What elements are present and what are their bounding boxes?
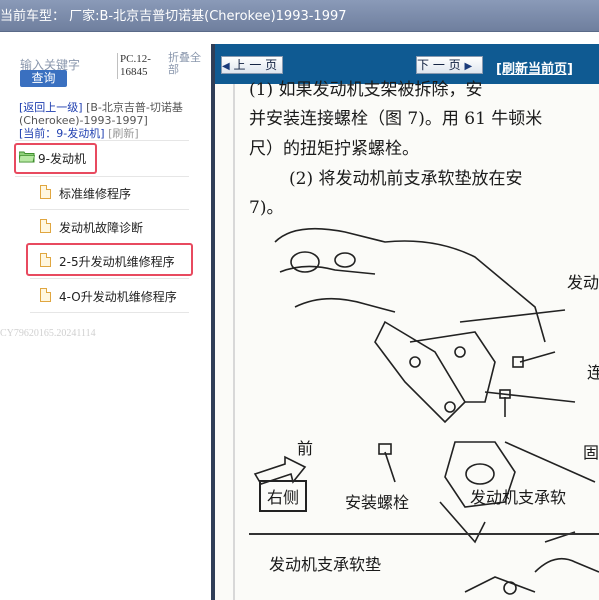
tree-item-label: 发动机故障诊断 <box>59 221 144 235</box>
prev-page-button[interactable]: ◀ 上 一 页 <box>221 56 283 74</box>
tree-divider <box>30 209 189 210</box>
tree-item-engine-diagnosis[interactable]: 发动机故障诊断 <box>40 215 190 239</box>
highlight-box <box>26 243 193 276</box>
doc-line-3: 尺）的扭矩拧紧螺栓。 <box>249 139 419 159</box>
engine-mount-diagram <box>253 227 599 595</box>
next-page-label: 下 一 页 <box>417 58 461 72</box>
tree-item-label: 4-O升发动机维修程序 <box>59 290 177 304</box>
back-link[interactable]: [返回上一级] <box>19 101 83 114</box>
highlight-box <box>14 143 97 174</box>
section-rule <box>249 533 599 535</box>
document-icon <box>40 219 51 233</box>
prev-page-label: 上 一 页 <box>233 58 278 72</box>
tree-item-label: 标准维修程序 <box>59 187 132 201</box>
doc-line-1: (1) 如果发动机支架被拆除，安 <box>249 80 483 100</box>
next-page-button[interactable]: 下 一 页 ▶ <box>416 56 483 74</box>
window-title-bar: 当前车型： 厂家:B-北京吉普切诺基(Cherokee)1993-1997 <box>0 0 599 32</box>
search-button[interactable]: 查询 <box>20 70 67 87</box>
document-icon <box>40 288 51 302</box>
tree-divider <box>30 312 189 313</box>
title-gap <box>0 32 599 44</box>
doc-line-4: (2) 将发动机前支承软垫放在安 <box>289 169 523 189</box>
tree-item-40l-engine[interactable]: 4-O升发动机维修程序 <box>40 284 190 308</box>
breadcrumb-current: [当前：9-发动机] <box>19 127 105 140</box>
label-connect: 连 <box>587 363 599 382</box>
refresh-link[interactable]: [刷新] <box>108 127 139 140</box>
label-front: 前 <box>297 439 314 458</box>
tree-divider <box>15 140 189 141</box>
label-right-side: 右侧 <box>267 488 300 507</box>
pc-code: PC.12-16845 <box>117 53 161 79</box>
tree-divider <box>15 176 189 177</box>
search-row: 输入关键字 查询 PC.12-16845 折叠全部 <box>0 44 211 92</box>
sidebar: 输入关键字 查询 PC.12-16845 折叠全部 [返回上一级] [B-北京吉… <box>0 44 211 600</box>
doc-line-2: 并安装连接螺栓（图 7)。用 61 牛顿米 <box>249 109 543 129</box>
watermark-code: CY79620165.20241114 <box>0 328 96 339</box>
label-pad: 发动机支承软垫 <box>269 555 382 574</box>
tree-divider <box>30 278 189 279</box>
tree-item-standard-repair[interactable]: 标准维修程序 <box>40 181 190 205</box>
collapse-all-button[interactable]: 折叠全部 <box>168 52 210 76</box>
refresh-page-link[interactable]: [刷新当前页] <box>496 58 573 77</box>
right-side-box: 右侧 <box>259 480 308 512</box>
arrow-right-icon: ▶ <box>464 61 473 72</box>
breadcrumb: [返回上一级] [B-北京吉普-切诺基(Cherokee)-1993-1997]… <box>19 101 209 140</box>
scanned-page: (1) 如果发动机支架被拆除，安 并安装连接螺栓（图 7)。用 61 牛顿米 尺… <box>215 80 599 600</box>
window-title: 当前车型： 厂家:B-北京吉普切诺基(Cherokee)1993-1997 <box>0 9 347 24</box>
label-install-bolt: 安装螺栓 <box>345 493 410 512</box>
label-support: 发动机支承软 <box>470 488 567 507</box>
arrow-left-icon: ◀ <box>222 61 230 72</box>
document-viewer: ◀ 上 一 页 下 一 页 ▶ [刷新当前页] (1) 如果发动机支架被拆除，安… <box>215 44 599 600</box>
label-engine: 发动 <box>567 273 599 292</box>
document-icon <box>40 185 51 199</box>
label-fix: 固 <box>583 443 599 462</box>
